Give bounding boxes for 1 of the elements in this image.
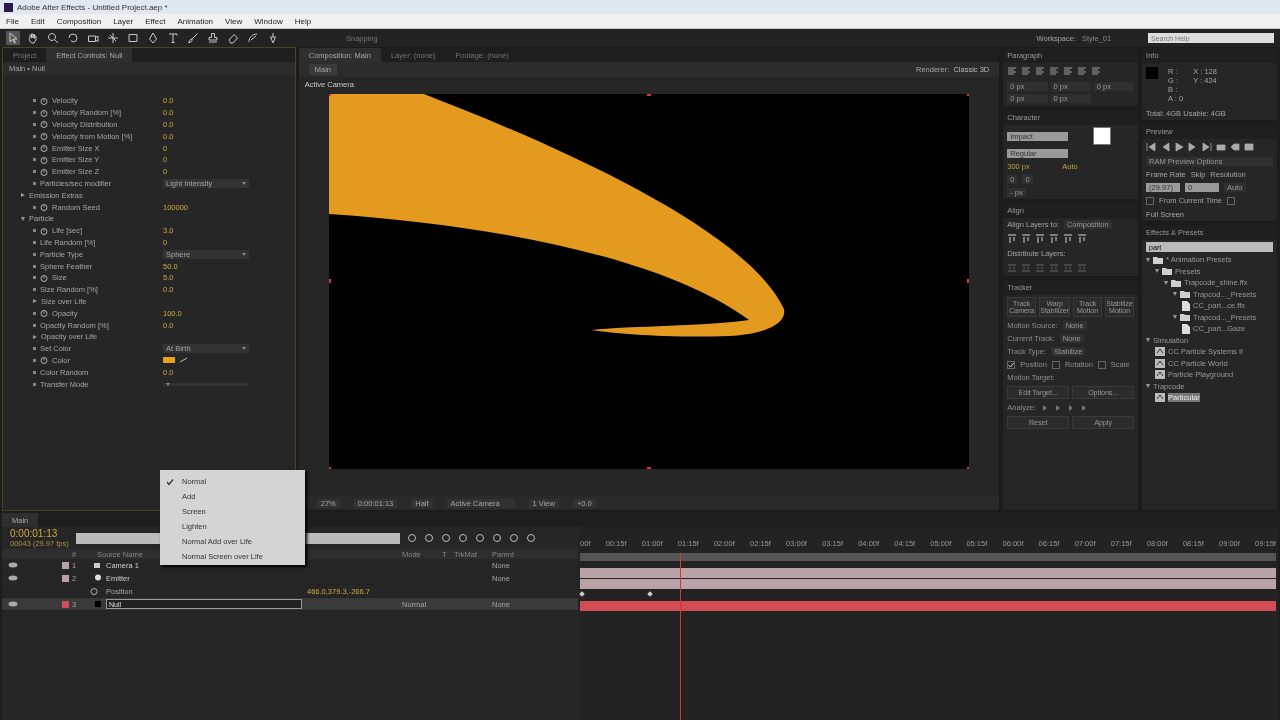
window-title: Adobe After Effects - Untitled Project.aep * bbox=[17, 2, 168, 12]
